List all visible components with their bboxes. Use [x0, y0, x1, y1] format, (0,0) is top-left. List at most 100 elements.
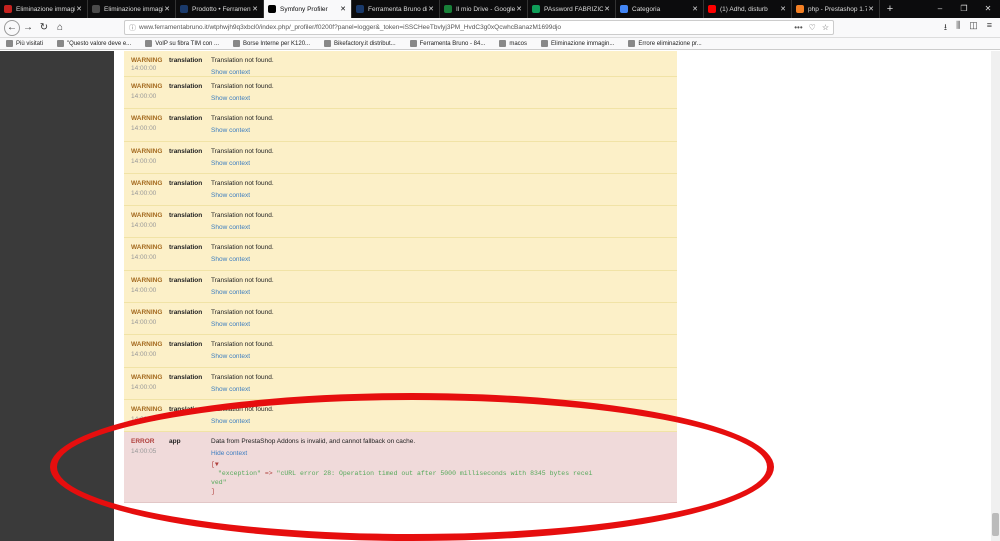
log-row-warning: WARNING 14:00:00 translation Translation no…	[124, 77, 677, 110]
log-row-warning: WARNING 14:00:00 translation Translation no…	[124, 399, 677, 433]
tab[interactable]: Symfony Profiler ✕	[264, 0, 352, 18]
show-context-link[interactable]: Show context	[211, 321, 250, 328]
log-level: WARNING	[131, 57, 163, 64]
sidebar-icon[interactable]: ◫	[969, 20, 978, 36]
show-context-link[interactable]: Show context	[211, 353, 250, 360]
show-context-link[interactable]: Show context	[211, 289, 250, 296]
show-context-link[interactable]: Show context	[211, 127, 250, 134]
url-text[interactable]: www.ferramentabruno.it/wtphwjh9q3xbcl0/i…	[139, 24, 794, 31]
tab-close-icon[interactable]: ✕	[251, 5, 259, 13]
show-context-link[interactable]: Show context	[211, 192, 250, 199]
tab-close-icon[interactable]: ✕	[867, 5, 875, 13]
bookmark-favicon-icon	[233, 40, 240, 47]
bookmarks-toolbar: Più visitati "Questo valore deve e... VoIP…	[0, 38, 1000, 50]
log-row-warning: WARNING 14:00:00 translation Translation no…	[124, 51, 677, 77]
scrollbar-thumb[interactable]	[992, 513, 999, 536]
bookmark-item[interactable]: VoIP su fibra TIM con ...	[145, 40, 219, 47]
log-row-warning: WARNING 14:00:00 translation Translation no…	[124, 141, 677, 174]
bookmark-favicon-icon	[409, 40, 417, 47]
bookmark-item[interactable]: Ferramenta Bruno - 84...	[409, 40, 485, 47]
page-actions-menu-icon[interactable]: •••	[794, 23, 802, 32]
close-window-icon[interactable]: ✕	[976, 0, 1000, 18]
tab[interactable]: Ferramenta Bruno di ✕	[352, 0, 440, 18]
profiler-sidebar	[0, 51, 114, 541]
page-actions: ••• ♡ ☆	[794, 23, 829, 32]
tab[interactable]: (1) Adhd, disturb ✕	[704, 0, 792, 18]
hide-context-link[interactable]: Hide context	[211, 450, 247, 457]
tab[interactable]: PAssword FABRIZIO ✕	[528, 0, 616, 18]
log-level: WARNING	[131, 83, 163, 90]
show-context-link[interactable]: Show context	[211, 95, 250, 102]
log-channel: translation	[169, 309, 203, 317]
pocket-icon[interactable]: ♡	[809, 23, 816, 32]
tab-title: Ferramenta Bruno di	[368, 5, 427, 13]
log-table: WARNING 14:00:00 translation Translation no…	[124, 51, 677, 504]
address-bar[interactable]: ⓘ www.ferramentabruno.it/wtphwjh9q3xbcl0…	[124, 20, 834, 35]
tab[interactable]: Eliminazione immagini ✕	[0, 0, 88, 18]
tab-favicon-icon	[620, 5, 628, 13]
tab-favicon-icon	[4, 5, 12, 13]
show-context-link[interactable]: Show context	[211, 256, 250, 263]
bookmark-label: macos	[509, 40, 527, 47]
bookmark-label: Borse Interne per K120...	[243, 40, 311, 47]
bookmark-item[interactable]: Borse Interne per K120...	[233, 40, 310, 47]
window-controls: – ❐ ✕	[928, 0, 1000, 18]
tab[interactable]: Eliminazione immagini ✕	[88, 0, 176, 18]
bookmark-star-icon[interactable]: ☆	[822, 23, 829, 32]
log-row-warning: WARNING 14:00:00 translation Translation no…	[124, 206, 677, 239]
scrollbar-track[interactable]	[991, 51, 1000, 541]
bookmark-item[interactable]: macos	[499, 40, 527, 47]
log-time: 14:00:00	[131, 222, 157, 230]
log-message: Translation not found.	[211, 179, 274, 187]
dump-close: ]	[211, 488, 215, 496]
tab-close-icon[interactable]: ✕	[427, 5, 435, 13]
show-context-link[interactable]: Show context	[211, 69, 250, 76]
tab-title: Eliminazione immagini	[104, 5, 163, 13]
show-context-link[interactable]: Show context	[211, 224, 250, 231]
show-context-link[interactable]: Show context	[211, 418, 250, 425]
home-icon[interactable]: ⌂	[52, 20, 68, 36]
new-tab-button[interactable]: +	[880, 0, 900, 18]
dump-toggle[interactable]: [▼	[211, 461, 219, 468]
show-context-link[interactable]: Show context	[211, 160, 250, 167]
tab-close-icon[interactable]: ✕	[163, 5, 171, 13]
bookmark-item[interactable]: "Questo valore deve e...	[57, 40, 131, 47]
bookmark-item[interactable]: Più visitati	[6, 40, 43, 47]
tab[interactable]: Categoria ✕	[616, 0, 704, 18]
tab-close-icon[interactable]: ✕	[515, 5, 523, 13]
tab-close-icon[interactable]: ✕	[75, 5, 83, 13]
log-message: Translation not found.	[211, 57, 274, 64]
log-channel: app	[169, 438, 181, 446]
tab-title: (1) Adhd, disturb	[720, 5, 768, 13]
forward-icon[interactable]: →	[20, 20, 36, 36]
tab-close-icon[interactable]: ✕	[339, 5, 347, 13]
library-icon[interactable]: ⫼	[956, 20, 960, 36]
navigation-bar: ← → ↻ ⌂ ⓘ www.ferramentabruno.it/wtphwjh…	[0, 18, 1000, 38]
menu-icon[interactable]: ≡	[987, 20, 992, 36]
bookmark-favicon-icon	[499, 40, 507, 47]
log-time: 14:00:00	[131, 189, 157, 197]
tab-close-icon[interactable]: ✕	[691, 5, 699, 13]
tab-title: Symfony Profiler	[280, 5, 328, 13]
reload-icon[interactable]: ↻	[36, 20, 52, 36]
tab-close-icon[interactable]: ✕	[779, 5, 787, 13]
tab-close-icon[interactable]: ✕	[603, 5, 611, 13]
tab[interactable]: Prodotto • Ferramenta ✕	[176, 0, 264, 18]
tab[interactable]: Il mio Drive - Google ✕	[440, 0, 528, 18]
bookmark-item[interactable]: Eliminazione immagin...	[541, 40, 614, 47]
bookmark-label: Errore eliminazione pr...	[638, 40, 702, 47]
restore-icon[interactable]: ❐	[952, 0, 976, 18]
back-icon[interactable]: ←	[4, 19, 20, 36]
info-icon[interactable]: ⓘ	[129, 23, 139, 33]
bookmark-label: Più visitati	[16, 40, 44, 47]
minimize-icon[interactable]: –	[928, 0, 952, 18]
log-level: WARNING	[131, 179, 163, 187]
bookmark-item[interactable]: Bikefactory.it distribut...	[324, 40, 396, 47]
show-context-link[interactable]: Show context	[211, 386, 250, 393]
tab[interactable]: php - Prestashop 1.7 ✕	[792, 0, 880, 18]
log-message: Translation not found.	[211, 115, 274, 123]
download-icon[interactable]: ⭳	[944, 20, 947, 36]
bookmark-item[interactable]: Errore eliminazione pr...	[628, 40, 702, 47]
tab-title: Il mio Drive - Google	[456, 5, 515, 13]
dump-key: "exception"	[218, 470, 261, 478]
